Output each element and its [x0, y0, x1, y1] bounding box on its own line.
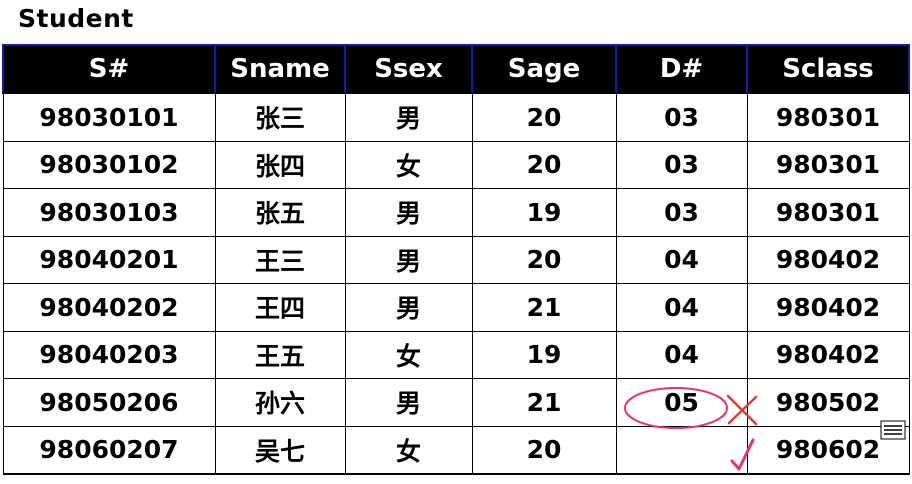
cell-sname: 王三 [214, 235, 346, 284]
cell-s-number: 98030101 [2, 92, 216, 142]
table-row: 98040203 王五 女 19 04 980402 [2, 330, 910, 379]
header-sname: Sname [214, 44, 346, 94]
cell-sage: 20 [471, 140, 617, 189]
header-s-number: S# [2, 44, 216, 94]
cell-sage: 20 [471, 235, 617, 284]
cell-sname: 张五 [214, 188, 346, 237]
student-table: S# Sname Ssex Sage D# Sclass 98030101 张三… [2, 44, 910, 475]
table-row: 98060207 吴七 女 20 980602 [2, 425, 910, 475]
cell-ssex: 女 [344, 140, 473, 189]
cell-ssex: 女 [344, 425, 473, 475]
cell-sclass: 980301 [746, 140, 910, 189]
cell-d-number: 03 [615, 92, 748, 142]
cell-sage: 20 [471, 425, 617, 475]
table-row: 98050206 孙六 男 21 05 980502 [2, 378, 910, 427]
header-ssex: Ssex [344, 44, 473, 94]
cell-sclass: 980402 [746, 330, 910, 379]
table-row: 98040202 王四 男 21 04 980402 [2, 283, 910, 332]
table-row: 98040201 王三 男 20 04 980402 [2, 235, 910, 284]
cell-sage: 19 [471, 330, 617, 379]
cell-s-number: 98040203 [2, 330, 216, 379]
cell-sname: 张四 [214, 140, 346, 189]
cell-d-number: 04 [615, 283, 748, 332]
cell-ssex: 男 [344, 92, 473, 142]
cell-ssex: 男 [344, 283, 473, 332]
table-row: 98030102 张四 女 20 03 980301 [2, 140, 910, 189]
cell-sage: 20 [471, 92, 617, 142]
cell-ssex: 男 [344, 378, 473, 427]
cell-sclass: 980301 [746, 188, 910, 237]
cell-d-number: 05 [615, 378, 748, 427]
cell-s-number: 98040202 [2, 283, 216, 332]
cell-sclass: 980301 [746, 92, 910, 142]
cell-sclass: 980402 [746, 283, 910, 332]
cell-sname: 孙六 [214, 378, 346, 427]
cell-sage: 21 [471, 283, 617, 332]
cell-sname: 王五 [214, 330, 346, 379]
cell-sclass: 980502 [746, 378, 910, 427]
header-row: S# Sname Ssex Sage D# Sclass [2, 44, 910, 94]
cell-sclass: 980602 [746, 425, 910, 475]
cell-d-number: 03 [615, 140, 748, 189]
table-row: 98030101 张三 男 20 03 980301 [2, 92, 910, 142]
cell-s-number: 98030103 [2, 188, 216, 237]
cell-d-number: 04 [615, 235, 748, 284]
cell-sage: 21 [471, 378, 617, 427]
cell-sclass: 980402 [746, 235, 910, 284]
cell-ssex: 男 [344, 235, 473, 284]
cell-s-number: 98030102 [2, 140, 216, 189]
cell-sname: 张三 [214, 92, 346, 142]
cell-s-number: 98050206 [2, 378, 216, 427]
cell-s-number: 98060207 [2, 425, 216, 475]
cell-ssex: 男 [344, 188, 473, 237]
table-row: 98030103 张五 男 19 03 980301 [2, 188, 910, 237]
cell-d-number: 03 [615, 188, 748, 237]
cell-d-number: 04 [615, 330, 748, 379]
cell-s-number: 98040201 [2, 235, 216, 284]
cell-sage: 19 [471, 188, 617, 237]
table-title: Student [18, 4, 134, 33]
cell-ssex: 女 [344, 330, 473, 379]
header-d-number: D# [615, 44, 748, 94]
header-sage: Sage [471, 44, 617, 94]
cell-d-number [615, 425, 748, 475]
cell-sname: 吴七 [214, 425, 346, 475]
header-sclass: Sclass [746, 44, 910, 94]
cell-sname: 王四 [214, 283, 346, 332]
